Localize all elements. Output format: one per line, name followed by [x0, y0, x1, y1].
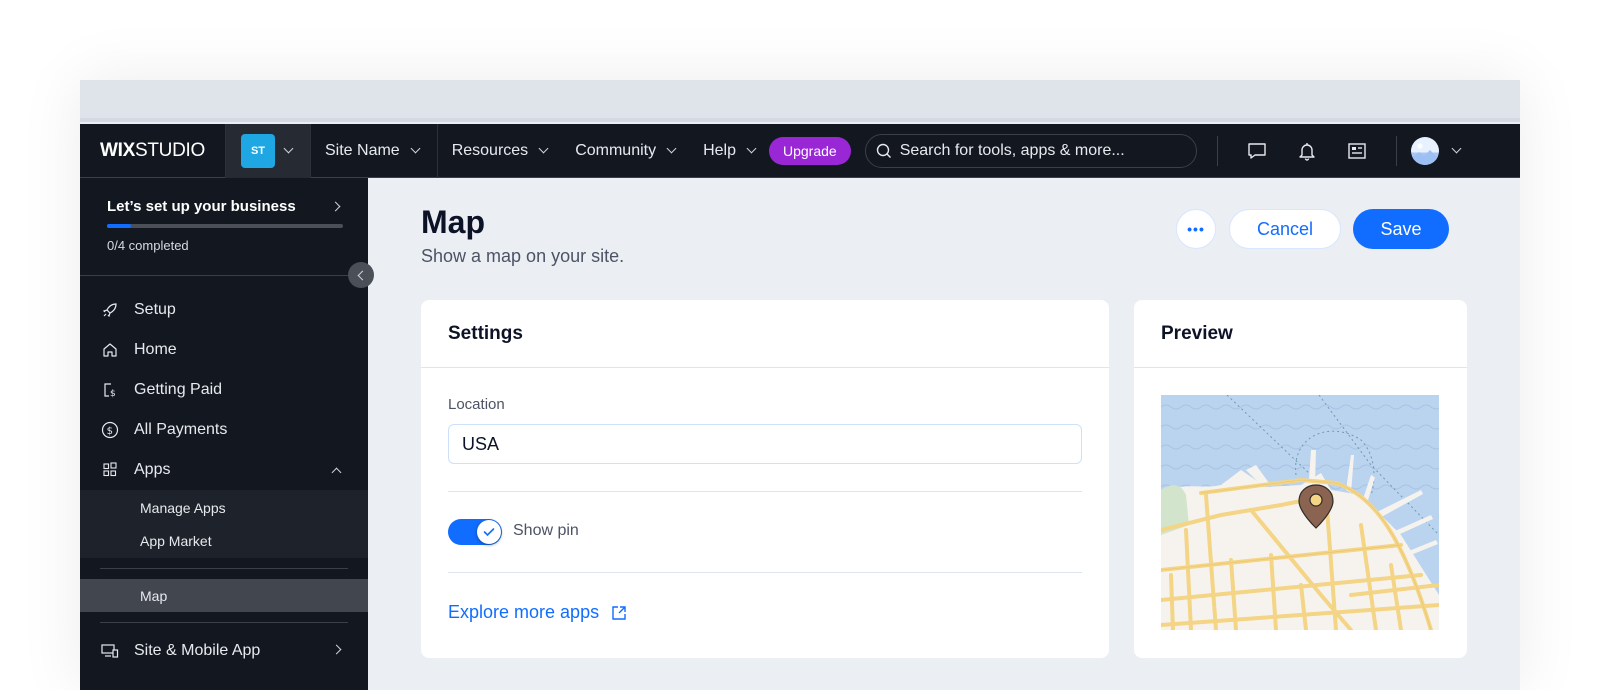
- sidebar-item-getting-paid[interactable]: $ Getting Paid: [80, 370, 368, 410]
- logo-light: STUDIO: [135, 139, 205, 161]
- chevron-down-icon: [1451, 143, 1462, 154]
- sidebar-item-label: Home: [134, 341, 177, 358]
- chevron-down-icon: [538, 143, 549, 154]
- location-input[interactable]: USA: [448, 424, 1082, 464]
- more-actions-button[interactable]: •••: [1176, 209, 1216, 249]
- sidebar-item-home[interactable]: Home: [80, 330, 368, 370]
- show-pin-label: Show pin: [513, 522, 579, 539]
- nav-label: Help: [703, 141, 736, 159]
- chevron-down-icon: [746, 143, 757, 154]
- chevron-left-icon: [357, 270, 368, 280]
- collapse-sidebar-button[interactable]: [348, 262, 374, 288]
- external-link-icon: [612, 605, 626, 620]
- chat-icon: [1248, 142, 1266, 159]
- progress-fill: [107, 224, 131, 228]
- explore-more-apps-link[interactable]: Explore more apps: [448, 602, 627, 623]
- map-preview[interactable]: [1161, 395, 1439, 630]
- check-icon: [483, 528, 495, 537]
- preview-title: Preview: [1134, 300, 1467, 368]
- sidebar-item-label: All Payments: [134, 421, 228, 438]
- toggle-knob: [477, 520, 501, 544]
- show-pin-toggle[interactable]: [448, 519, 502, 545]
- divider: [1395, 135, 1397, 166]
- search-input[interactable]: Search for tools, apps & more...: [864, 133, 1197, 168]
- wix-studio-logo[interactable]: WIXSTUDIO: [80, 140, 225, 162]
- apps-icon: [101, 461, 119, 479]
- sidebar-item-setup[interactable]: Setup: [80, 290, 368, 330]
- devices-icon: [101, 642, 119, 660]
- logo-bold: WIX: [100, 139, 135, 161]
- notifications-button[interactable]: [1282, 124, 1332, 178]
- divider: [1216, 135, 1218, 166]
- page-title: Map: [421, 204, 485, 240]
- apps-submenu: Manage Apps App Market: [80, 490, 368, 558]
- sidebar-item-label: Site & Mobile App: [134, 642, 261, 659]
- setup-progress-bar: [107, 224, 343, 228]
- cancel-button[interactable]: Cancel: [1229, 209, 1341, 249]
- sidebar-item-manage-apps[interactable]: Manage Apps: [80, 491, 368, 524]
- nav-resources[interactable]: Resources: [438, 124, 561, 178]
- sidebar-item-all-payments[interactable]: $ All Payments: [80, 410, 368, 450]
- divider: [448, 572, 1082, 573]
- invoice-icon: $: [101, 381, 119, 399]
- search-placeholder: Search for tools, apps & more...: [899, 141, 1125, 159]
- news-button[interactable]: [1332, 124, 1382, 178]
- mountain-image-icon: [1410, 143, 1439, 165]
- chevron-down-icon: [410, 143, 421, 154]
- sidebar-item-label: Getting Paid: [134, 381, 223, 398]
- sidebar-item-apps[interactable]: Apps: [80, 450, 368, 490]
- nav-label: Resources: [451, 141, 529, 159]
- setup-title: Let’s set up your business: [107, 198, 296, 215]
- settings-title: Settings: [421, 300, 1109, 368]
- setup-progress-card[interactable]: Let’s set up your business 0/4 completed: [80, 178, 368, 276]
- bell-icon: [1299, 142, 1315, 161]
- site-badge: ST: [241, 133, 275, 168]
- dollar-circle-icon: $: [101, 421, 119, 439]
- page-subtitle: Show a map on your site.: [421, 246, 625, 266]
- site-name-menu[interactable]: Site Name: [311, 123, 438, 178]
- chevron-down-icon: [666, 143, 677, 154]
- svg-text:$: $: [110, 389, 116, 398]
- nav-help[interactable]: Help: [689, 124, 769, 178]
- sidebar-item-site-mobile-app[interactable]: Site & Mobile App: [80, 631, 368, 671]
- chevron-down-icon: [283, 143, 294, 154]
- news-icon: [1348, 142, 1366, 159]
- browser-top-bar: [80, 80, 1520, 122]
- site-name-label: Site Name: [325, 141, 400, 159]
- chevron-up-icon: [331, 467, 342, 477]
- search-icon: [876, 143, 891, 158]
- sidebar: Let’s set up your business 0/4 completed…: [80, 178, 368, 690]
- nav-community[interactable]: Community: [561, 124, 689, 178]
- chat-button[interactable]: [1232, 124, 1282, 178]
- top-bar: WIXSTUDIO ST Site Name Resources Communi…: [80, 123, 1520, 178]
- home-icon: [101, 341, 119, 359]
- avatar: [1410, 136, 1439, 165]
- rocket-icon: [101, 301, 119, 319]
- sidebar-item-label: Setup: [134, 301, 176, 318]
- location-label: Location: [448, 396, 505, 413]
- settings-card: Settings Location USA Show pin Explore m…: [421, 300, 1109, 658]
- explore-label: Explore more apps: [448, 602, 600, 622]
- preview-card: Preview: [1134, 300, 1467, 658]
- main-content: Map Show a map on your site. ••• Cancel …: [368, 178, 1520, 690]
- nav-label: Community: [575, 141, 657, 159]
- sidebar-item-app-market[interactable]: App Market: [80, 524, 368, 557]
- setup-count: 0/4 completed: [107, 238, 189, 253]
- svg-text:$: $: [107, 426, 113, 437]
- save-button[interactable]: Save: [1353, 209, 1449, 249]
- chevron-right-icon: [331, 644, 342, 654]
- sidebar-item-map[interactable]: Map: [80, 579, 368, 612]
- map-image: [1161, 395, 1439, 630]
- account-menu[interactable]: [1410, 136, 1462, 165]
- site-switcher[interactable]: ST: [225, 123, 311, 178]
- sidebar-item-label: Apps: [134, 461, 171, 478]
- upgrade-button[interactable]: Upgrade: [769, 136, 851, 165]
- divider: [448, 491, 1082, 492]
- chevron-right-icon: [330, 201, 341, 212]
- app-window: WIXSTUDIO ST Site Name Resources Communi…: [80, 80, 1520, 690]
